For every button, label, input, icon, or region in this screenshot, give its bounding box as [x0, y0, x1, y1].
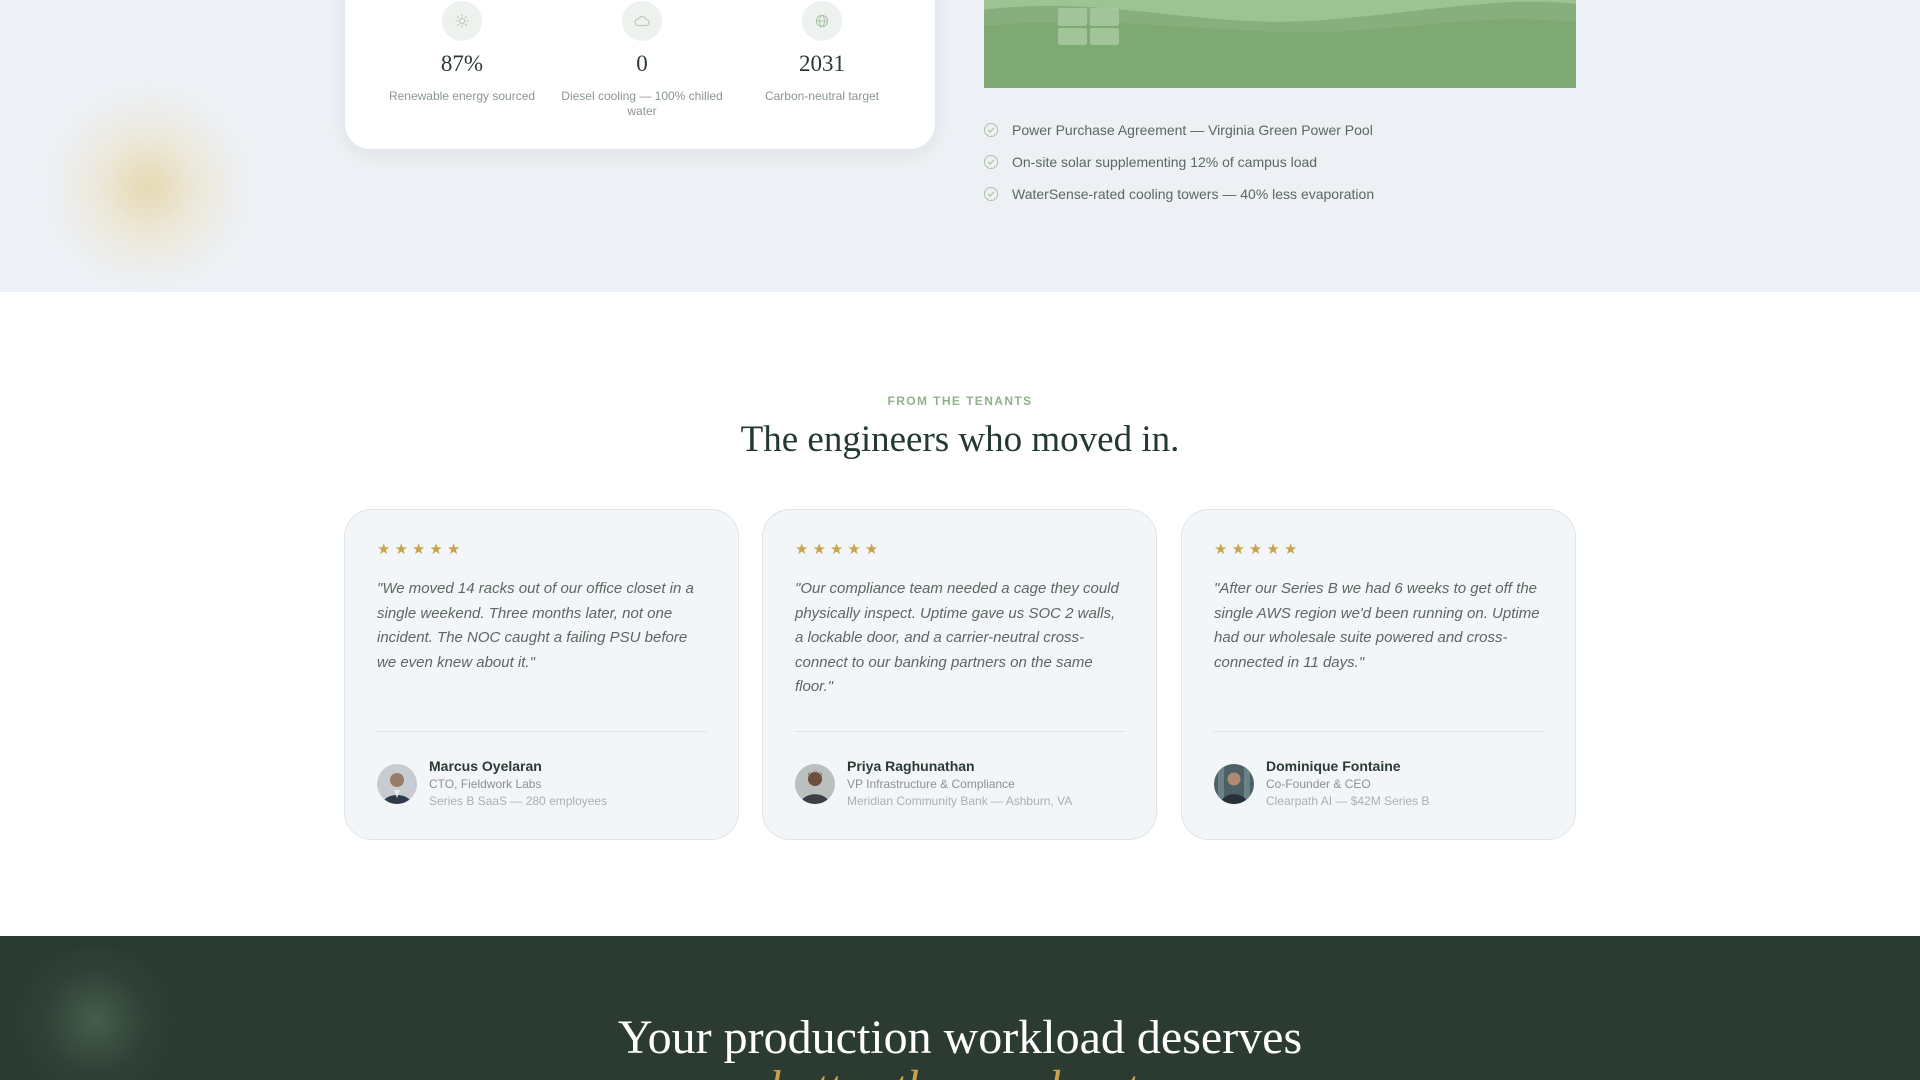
- section-title: The engineers who moved in.: [740, 419, 1180, 460]
- testimonial-card: ★ ★ ★ ★ ★ "We moved 14 racks out of our …: [344, 509, 739, 840]
- check-circle-icon: [984, 187, 998, 201]
- cloud-icon: [622, 1, 662, 41]
- cta-section: Your production workload deserves better…: [0, 936, 1920, 1080]
- sustainability-checklist: Power Purchase Agreement — Virginia Gree…: [984, 114, 1374, 210]
- divider: [1214, 731, 1544, 732]
- list-item: On-site solar supplementing 12% of campu…: [984, 146, 1374, 178]
- solar-landscape-illustration: [984, 0, 1576, 88]
- star-icon: ★: [429, 541, 443, 558]
- stat-carbon: 2031 Carbon-neutral target: [737, 1, 907, 104]
- star-rating: ★ ★ ★ ★ ★: [795, 542, 878, 557]
- cta-headline: Your production workload deserves: [617, 1011, 1303, 1064]
- decorative-glow: [48, 92, 248, 282]
- star-icon: ★: [1231, 541, 1245, 558]
- star-icon: ★: [394, 541, 408, 558]
- sustainability-section: 87% Renewable energy sourced 0 Diesel co…: [0, 0, 1920, 292]
- list-item: WaterSense-rated cooling towers — 40% le…: [984, 178, 1374, 210]
- globe-icon: [802, 1, 842, 41]
- checklist-text: On-site solar supplementing 12% of campu…: [1012, 154, 1318, 170]
- author-role: VP Infrastructure & Compliance: [847, 777, 1015, 791]
- stat-label: Diesel cooling — 100% chilled water: [561, 89, 723, 118]
- stat-value: 0: [636, 51, 648, 76]
- author-role: CTO, Fieldwork Labs: [429, 777, 542, 791]
- avatar: [1214, 764, 1254, 804]
- stat-diesel: 0 Diesel cooling — 100% chilled water: [557, 1, 727, 119]
- checklist-text: WaterSense-rated cooling towers — 40% le…: [1012, 186, 1375, 202]
- star-icon: ★: [1266, 541, 1280, 558]
- avatar: [795, 764, 835, 804]
- star-icon: ★: [1214, 541, 1228, 558]
- star-icon: ★: [847, 541, 861, 558]
- star-icon: ★: [411, 541, 426, 558]
- testimonial-quote: "We moved 14 racks out of our office clo…: [377, 580, 694, 671]
- star-rating: ★ ★ ★ ★ ★: [1214, 542, 1297, 557]
- checklist-text: Power Purchase Agreement — Virginia Gree…: [1012, 122, 1373, 138]
- author-info: Dominique Fontaine Co-Founder & CEO Clea…: [1266, 758, 1429, 808]
- cta-headline-accent: better than a closet.: [0, 1062, 1920, 1080]
- star-icon: ★: [829, 541, 844, 558]
- author-name: Marcus Oyelaran: [429, 758, 542, 774]
- stat-renewable: 87% Renewable energy sourced: [377, 1, 547, 104]
- testimonial-card: ★ ★ ★ ★ ★ "After our Series B we had 6 w…: [1181, 509, 1576, 840]
- testimonial-quote: "Our compliance team needed a cage they …: [795, 580, 1119, 695]
- avatar: [377, 764, 417, 804]
- star-icon: ★: [1248, 541, 1263, 558]
- author-company: Meridian Community Bank — Ashburn, VA: [847, 794, 1073, 808]
- sun-icon: [442, 1, 482, 41]
- section-eyebrow: FROM THE TENANTS: [887, 394, 1033, 408]
- author-company: Clearpath AI — $42M Series B: [1266, 794, 1430, 808]
- author-info: Marcus Oyelaran CTO, Fieldwork Labs Seri…: [429, 758, 607, 808]
- testimonial-card: ★ ★ ★ ★ ★ "Our compliance team needed a …: [762, 509, 1157, 840]
- author-name: Dominique Fontaine: [1266, 758, 1401, 774]
- star-icon: ★: [864, 541, 879, 558]
- check-circle-icon: [984, 155, 998, 169]
- stat-value: 2031: [799, 51, 845, 76]
- divider: [377, 731, 707, 732]
- author-name: Priya Raghunathan: [847, 758, 975, 774]
- stat-label: Carbon-neutral target: [764, 89, 880, 103]
- stat-label: Renewable energy sourced: [388, 89, 536, 103]
- star-icon: ★: [377, 541, 391, 558]
- star-rating: ★ ★ ★ ★ ★: [377, 542, 460, 557]
- list-item: Power Purchase Agreement — Virginia Gree…: [984, 114, 1374, 146]
- author-info: Priya Raghunathan VP Infrastructure & Co…: [847, 758, 1072, 808]
- stats-card: 87% Renewable energy sourced 0 Diesel co…: [344, 0, 936, 150]
- check-circle-icon: [984, 123, 998, 137]
- star-icon: ★: [795, 541, 809, 558]
- author-company: Series B SaaS — 280 employees: [429, 794, 608, 808]
- star-icon: ★: [446, 541, 461, 558]
- author-role: Co-Founder & CEO: [1266, 777, 1371, 791]
- stat-value: 87%: [440, 51, 484, 76]
- divider: [795, 731, 1125, 732]
- testimonials-section: FROM THE TENANTS The engineers who moved…: [0, 292, 1920, 936]
- star-icon: ★: [812, 541, 826, 558]
- testimonial-quote: "After our Series B we had 6 weeks to ge…: [1214, 580, 1540, 671]
- star-icon: ★: [1283, 541, 1298, 558]
